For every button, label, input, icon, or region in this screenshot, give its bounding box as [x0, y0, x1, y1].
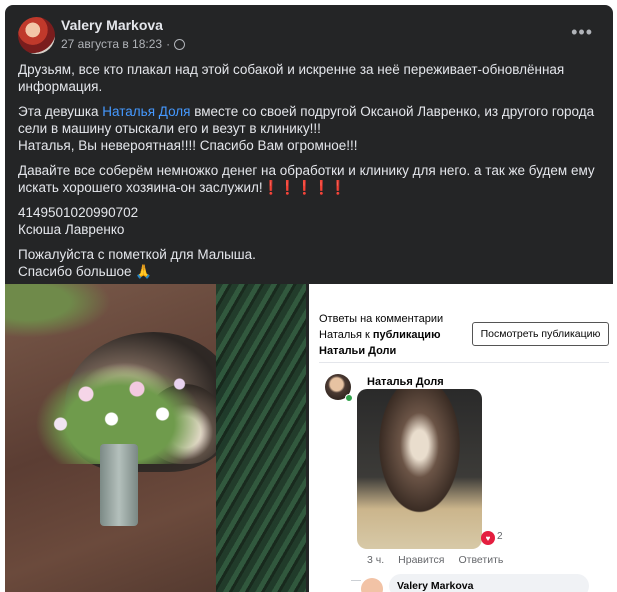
- comment-time: 3 ч.: [367, 554, 385, 566]
- heart-reaction-icon: ♥: [481, 531, 495, 545]
- divider: [319, 362, 609, 363]
- post-paragraph-2-line-2: Наталья, Вы невероятная!!!! Спасибо Вам …: [18, 138, 358, 153]
- author-name[interactable]: Valery Markova: [61, 17, 163, 33]
- vase: [100, 444, 138, 526]
- meta-separator: ·: [166, 37, 171, 51]
- mention-link[interactable]: Наталья Доля: [102, 104, 190, 119]
- pine-branches: [216, 284, 306, 592]
- reply-bubble: Valery Markova: [389, 574, 589, 592]
- photo-comment-screenshot[interactable]: Ответы на комментарии Наталья к публикац…: [309, 284, 613, 592]
- grass-area: [5, 284, 125, 344]
- avatar[interactable]: [18, 17, 55, 54]
- reply-avatar[interactable]: [361, 578, 383, 592]
- photo-dog-grave[interactable]: [5, 284, 306, 592]
- card-holder: Ксюша Лавренко: [18, 222, 125, 237]
- post-meta: 27 августа в 18:23 ·: [61, 37, 186, 51]
- post-date[interactable]: 27 августа в 18:23: [61, 37, 162, 51]
- post-paragraph-5: Спасибо большое 🙏: [18, 264, 153, 279]
- reply-link[interactable]: Ответить: [459, 554, 504, 566]
- notification-author: Натальи Доли: [319, 345, 397, 357]
- post-paragraph-3: Давайте все соберём немножко денег на об…: [18, 162, 604, 196]
- post-paragraph-1: Друзьям, все кто плакал над этой собакой…: [18, 62, 565, 94]
- more-options-icon[interactable]: •••: [571, 22, 593, 43]
- notification-prefix: Наталья к: [319, 329, 373, 341]
- notification-bold: публикацию: [372, 329, 441, 341]
- reply-thread-line: [351, 580, 361, 581]
- globe-icon[interactable]: [174, 38, 186, 50]
- online-status-icon: [345, 394, 353, 402]
- reaction-count: 2: [497, 531, 503, 542]
- notification-text: Ответы на комментарии Наталья к публикац…: [319, 311, 489, 359]
- comment-actions: 3 ч. Нравится Ответить: [367, 554, 503, 566]
- view-post-button[interactable]: Посмотреть публикацию: [472, 322, 609, 346]
- p2-text-start: Эта девушка: [18, 104, 103, 119]
- post-card: Valery Markova 27 августа в 18:23 · ••• …: [5, 5, 613, 592]
- comment-photo-dog[interactable]: [357, 389, 482, 549]
- post-paragraph-4: Пожалуйста с пометкой для Малыша.: [18, 247, 256, 262]
- post-paragraph-2: Эта девушка Наталья Доля вместе со своей…: [18, 103, 604, 137]
- card-number: 4149501020990702: [18, 205, 139, 220]
- exclamation-icons: ❗❗❗❗❗: [262, 180, 347, 195]
- like-link[interactable]: Нравится: [398, 554, 444, 566]
- post-text: Друзьям, все кто плакал над этой собакой…: [18, 61, 604, 288]
- notification-line-3: Натальи Доли: [319, 343, 489, 359]
- notification-line-2: Наталья к публикацию: [319, 327, 489, 343]
- commenter-name[interactable]: Наталья Доля: [367, 376, 444, 388]
- screenshot-frame: Valery Markova 27 августа в 18:23 · ••• …: [0, 0, 617, 592]
- notification-line-1: Ответы на комментарии: [319, 313, 444, 325]
